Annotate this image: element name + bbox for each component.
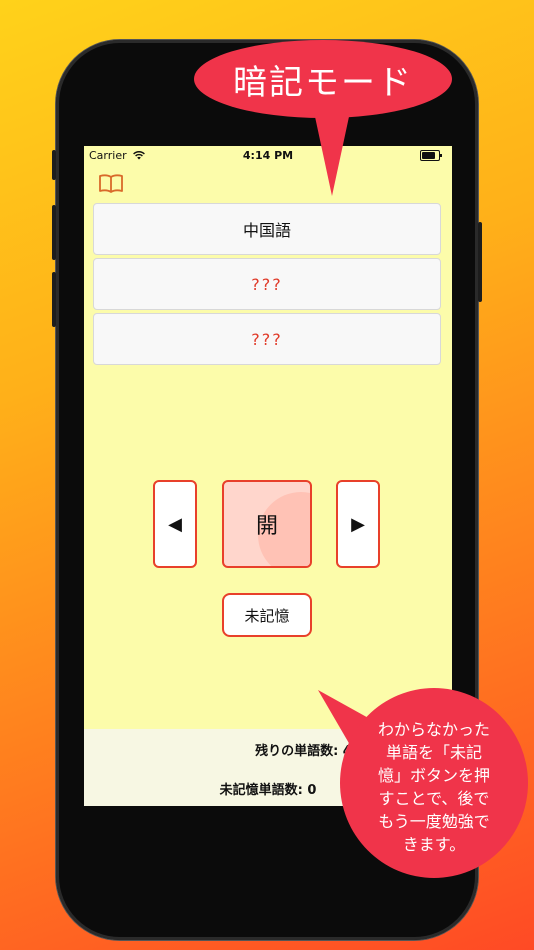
open-button[interactable]: 開 <box>222 480 312 568</box>
status-time: 4:14 PM <box>242 149 294 162</box>
hidden-answer-card-2: ??? <box>93 313 441 365</box>
hidden-answer-card-1: ??? <box>93 258 441 310</box>
hidden-answer-text: ??? <box>251 329 283 349</box>
phone-power-button <box>478 222 482 302</box>
mode-callout-text: 暗記モード <box>233 62 413 103</box>
left-triangle-icon: ◀ <box>168 513 182 535</box>
next-button[interactable]: ▶ <box>336 480 380 568</box>
book-icon[interactable] <box>98 172 124 194</box>
open-button-label: 開 <box>255 514 278 539</box>
phone-volume-down <box>52 272 56 327</box>
hint-callout-text: わからなかった 単語を「未記 憶」ボタンを押 すことで、後で もう一度勉強で き… <box>377 720 490 854</box>
previous-button[interactable]: ◀ <box>153 480 197 568</box>
right-triangle-icon: ▶ <box>351 513 365 535</box>
word-text: 中国語 <box>242 221 291 240</box>
word-card: 中国語 <box>93 203 441 255</box>
unmemorized-button[interactable]: 未記憶 <box>222 593 312 637</box>
phone-volume-up <box>52 205 56 260</box>
battery-icon <box>420 150 442 161</box>
mode-callout: 暗記モード <box>194 40 452 118</box>
unmemorized-button-label: 未記憶 <box>244 606 290 625</box>
phone-side-button <box>52 150 56 180</box>
hidden-answer-text: ??? <box>251 274 283 294</box>
status-bar: Carrier 4:14 PM <box>84 146 452 166</box>
